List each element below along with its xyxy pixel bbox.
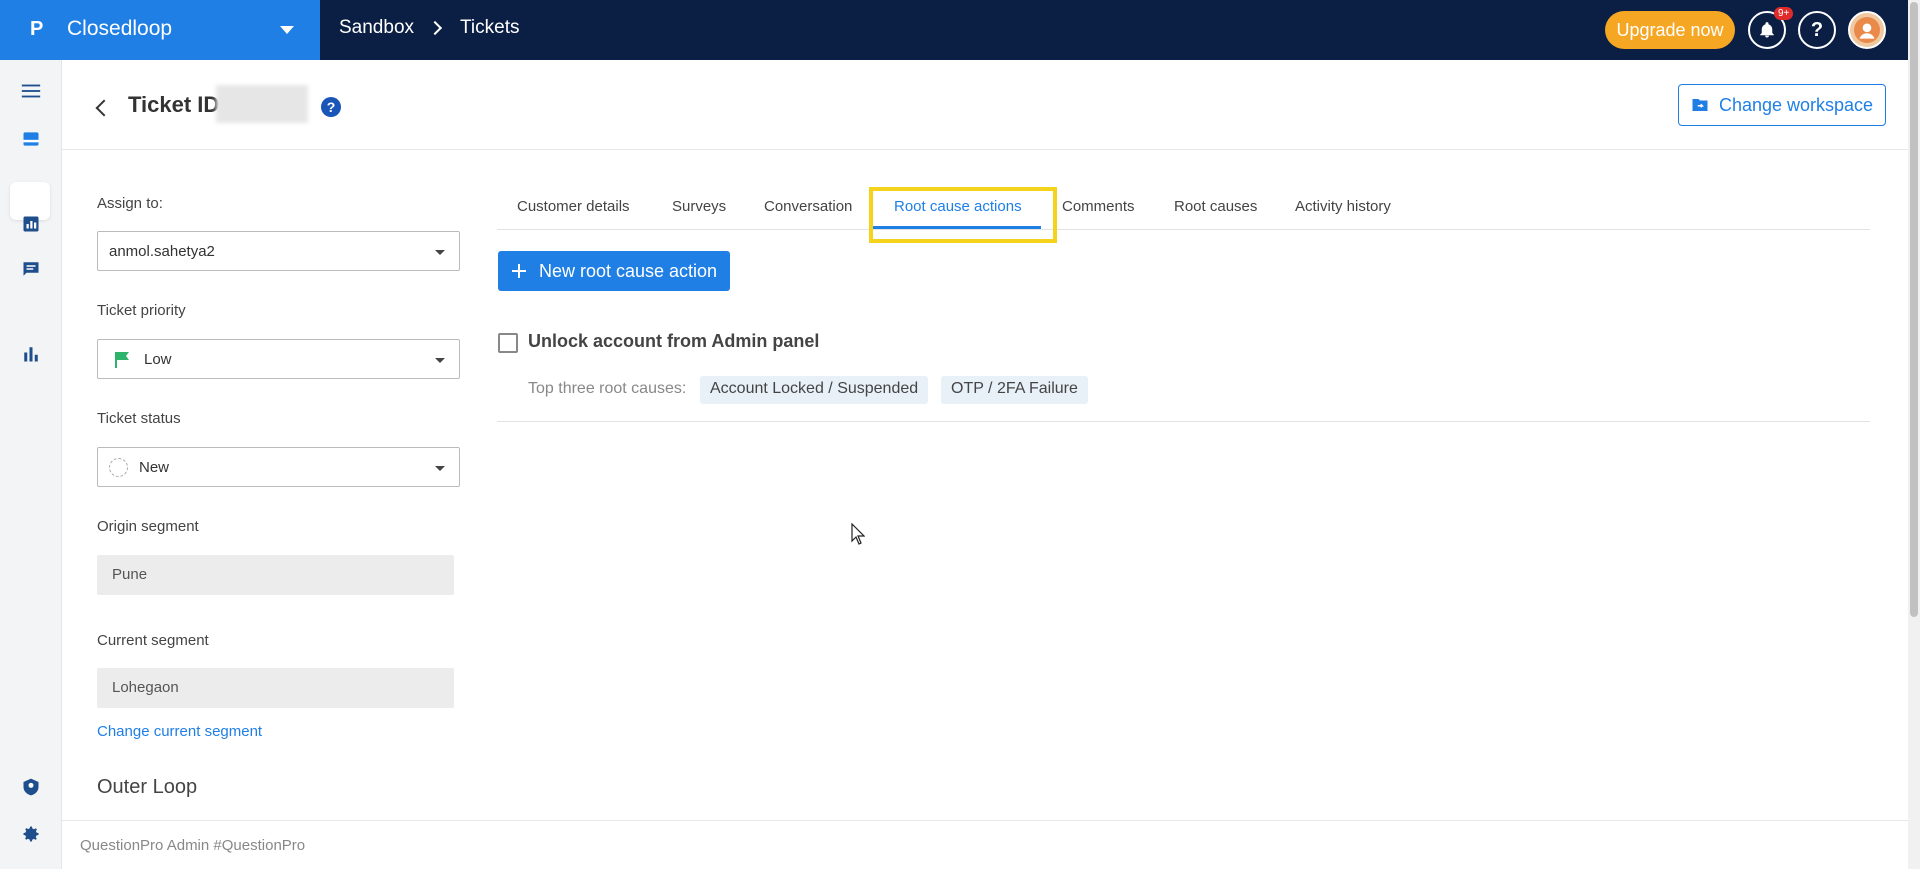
current-segment-label: Current segment	[97, 632, 209, 649]
assign-to-select[interactable]: anmol.sahetya2	[97, 231, 460, 271]
current-segment-value: Lohegaon	[112, 679, 179, 696]
footer: QuestionPro Admin #QuestionPro	[62, 820, 1908, 869]
status-label: Ticket status	[97, 410, 181, 427]
new-root-cause-action-label: New root cause action	[538, 260, 718, 281]
footer-text: QuestionPro Admin #QuestionPro	[80, 837, 306, 854]
report-icon[interactable]	[22, 215, 40, 233]
menu-icon[interactable]	[20, 80, 42, 102]
help-button[interactable]: ?	[1798, 11, 1836, 49]
current-segment-field: Lohegaon	[97, 668, 454, 708]
caret-down-icon	[435, 358, 445, 363]
plus-icon	[511, 264, 526, 278]
change-workspace-label: Change workspace	[1718, 94, 1874, 115]
status-value: New	[139, 459, 170, 476]
breadcrumb: Sandbox Tickets	[339, 17, 519, 39]
ticket-id-redacted	[216, 85, 308, 123]
caret-down-icon	[435, 250, 445, 255]
tab-bar: Customer details Surveys Conversation Ro…	[497, 188, 1870, 230]
root-cause-chip: OTP / 2FA Failure	[941, 376, 1088, 404]
tab-surveys[interactable]: Surveys	[672, 198, 726, 215]
flag-icon	[115, 352, 129, 368]
outer-loop-title: Outer Loop	[97, 776, 198, 798]
breadcrumb-tickets[interactable]: Tickets	[460, 17, 519, 39]
sidebar	[0, 60, 62, 869]
assign-to-label: Assign to:	[97, 195, 163, 212]
status-new-icon	[109, 458, 128, 477]
workspace-switcher[interactable]: P Closedloop	[0, 0, 320, 60]
caret-down-icon	[435, 466, 445, 471]
priority-value: Low	[144, 351, 172, 368]
tab-comments[interactable]: Comments	[1062, 198, 1135, 215]
breadcrumb-sandbox[interactable]: Sandbox	[339, 17, 414, 39]
new-root-cause-action-button[interactable]: New root cause action	[498, 251, 730, 291]
page-title: Ticket ID	[128, 92, 220, 117]
tab-highlight-box	[869, 187, 1057, 243]
mouse-cursor-icon	[851, 523, 865, 545]
scroll-thumb[interactable]	[1910, 2, 1918, 617]
priority-label: Ticket priority	[97, 302, 186, 319]
action-title: Unlock account from Admin panel	[528, 331, 820, 351]
page-scrollbar[interactable]	[1908, 0, 1920, 869]
origin-segment-value: Pune	[112, 566, 148, 583]
tab-activity-history[interactable]: Activity history	[1295, 198, 1391, 215]
origin-segment-field: Pune	[97, 555, 454, 595]
shield-icon[interactable]	[21, 777, 41, 797]
chevron-right-icon	[427, 20, 443, 36]
tab-root-causes[interactable]: Root causes	[1174, 198, 1257, 215]
page-header: Ticket ID ? Change workspace	[62, 60, 1908, 150]
user-avatar-icon	[1854, 17, 1880, 43]
bar-chart-icon[interactable]	[22, 345, 40, 363]
origin-segment-label: Origin segment	[97, 518, 199, 535]
action-checkbox[interactable]	[498, 333, 518, 353]
chat-icon[interactable]	[22, 260, 40, 278]
chevron-down-icon	[280, 26, 294, 34]
tab-customer-details[interactable]: Customer details	[517, 198, 630, 215]
status-select[interactable]: New	[97, 447, 460, 487]
folder-move-icon	[1692, 99, 1708, 111]
upgrade-button[interactable]: Upgrade now	[1605, 11, 1735, 49]
assign-to-value: anmol.sahetya2	[109, 243, 215, 260]
change-segment-link[interactable]: Change current segment	[97, 723, 262, 740]
brand-name: Closedloop	[67, 17, 173, 40]
ticket-icon[interactable]	[21, 129, 41, 149]
brand-logo-icon: P	[30, 18, 44, 40]
help-icon[interactable]: ?	[321, 97, 341, 117]
top-root-causes-label: Top three root causes:	[528, 380, 687, 397]
bell-icon	[1760, 22, 1774, 38]
notifications-button[interactable]: 9+	[1748, 7, 1794, 49]
top-bar: P Closedloop Sandbox Tickets Upgrade now…	[0, 0, 1908, 60]
notifications-badge: 9+	[1774, 7, 1794, 20]
back-arrow-icon[interactable]	[95, 99, 113, 117]
divider	[497, 421, 1870, 422]
tab-conversation[interactable]: Conversation	[764, 198, 852, 215]
avatar[interactable]	[1848, 11, 1886, 49]
gear-icon[interactable]	[21, 824, 41, 844]
change-workspace-button[interactable]: Change workspace	[1678, 84, 1886, 126]
root-cause-chip: Account Locked / Suspended	[700, 376, 929, 404]
priority-select[interactable]: Low	[97, 339, 460, 379]
